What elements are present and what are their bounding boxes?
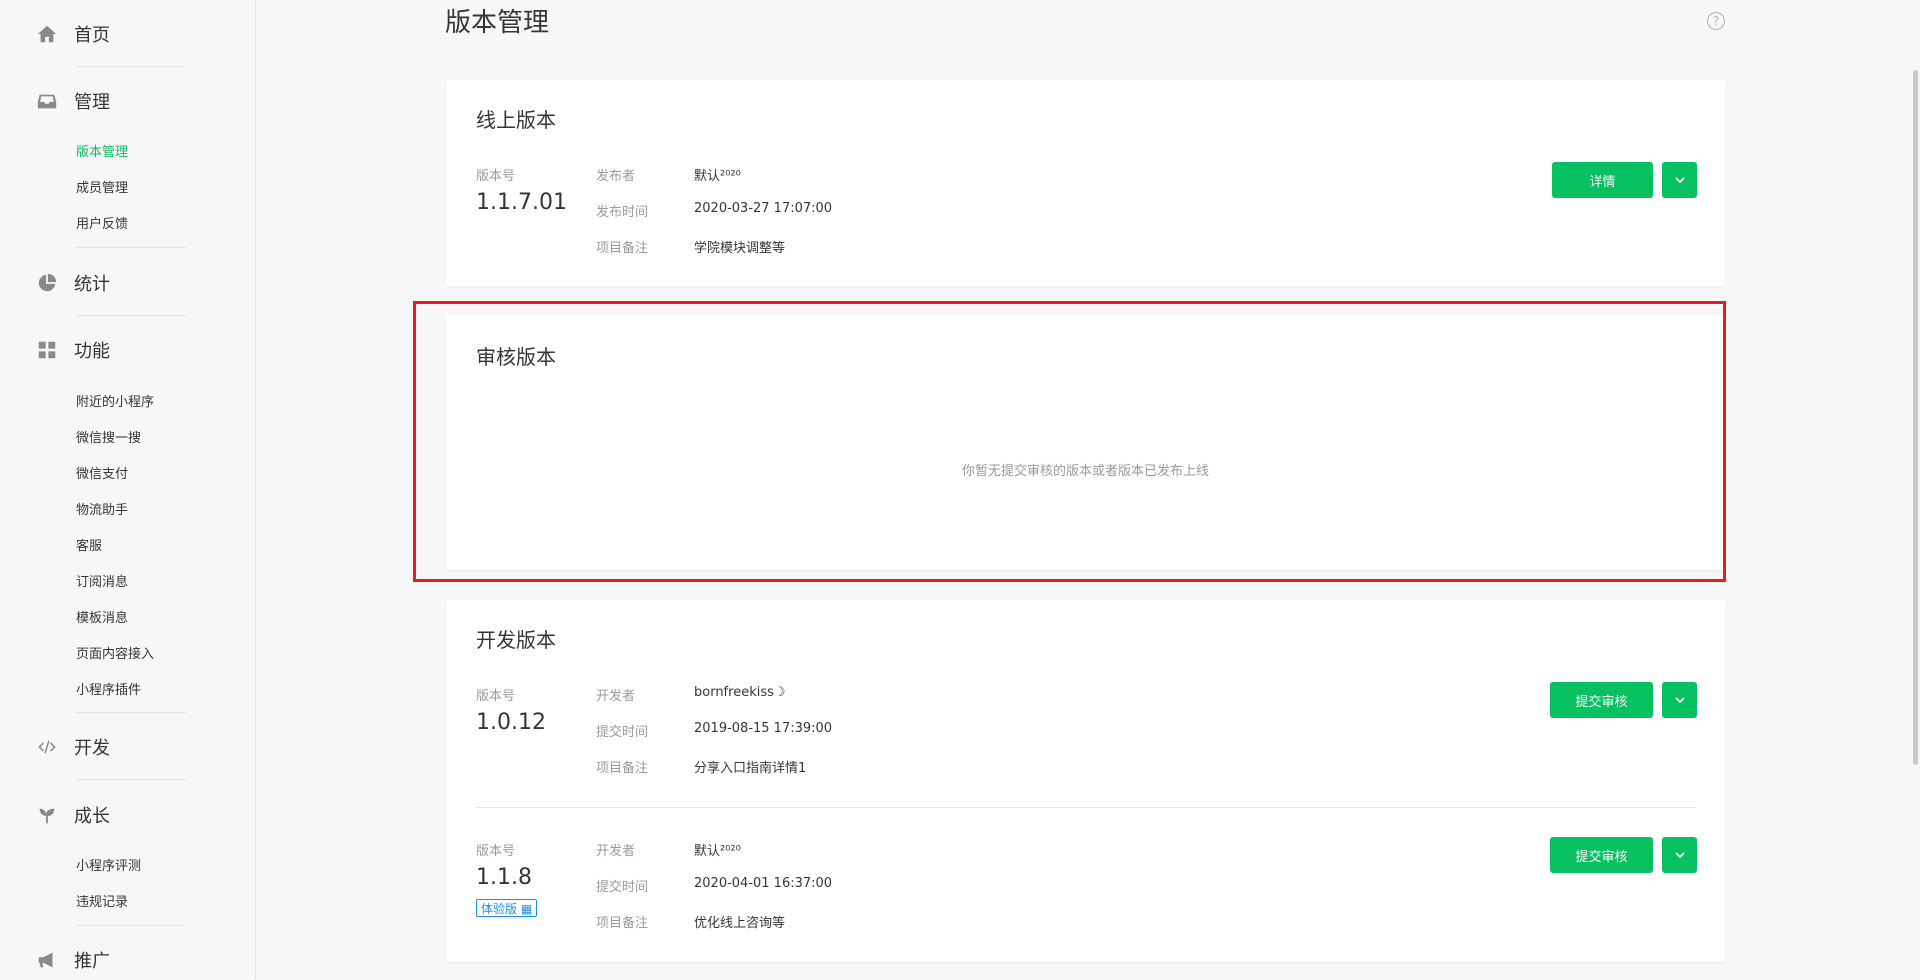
developer-label: 开发者 <box>596 689 636 704</box>
megaphone-icon <box>36 949 58 971</box>
submit-time-label: 提交时间 <box>596 880 649 895</box>
divider <box>76 315 186 316</box>
project-note-label: 项目备注 <box>596 241 649 256</box>
trial-version-badge[interactable]: 体验版 ▦ <box>476 899 538 917</box>
sidebar-item-nearby[interactable]: 附近的小程序 <box>76 391 154 410</box>
page-title: 版本管理 <box>445 8 550 38</box>
project-note-value: 分享入口指南详情1 <box>694 761 807 776</box>
online-dropdown-button[interactable] <box>1662 162 1697 198</box>
inbox-icon <box>36 90 58 112</box>
nav-stats-label: 统计 <box>74 274 110 295</box>
sidebar-item-logistics[interactable]: 物流助手 <box>76 499 128 518</box>
sidebar-item-wechat-search[interactable]: 微信搜一搜 <box>76 427 141 446</box>
sidebar-item-user-feedback[interactable]: 用户反馈 <box>76 213 128 232</box>
project-note-label: 项目备注 <box>596 916 649 931</box>
dev-version-title: 开发版本 <box>476 628 556 652</box>
publish-time-value: 2020-03-27 17:07:00 <box>694 201 833 216</box>
sidebar-item-plugins[interactable]: 小程序插件 <box>76 679 141 698</box>
code-icon <box>36 736 58 758</box>
nav-develop[interactable]: 开发 <box>36 727 110 767</box>
developer-value: 默认²⁰²⁰ <box>694 844 741 859</box>
detail-button[interactable]: 详情 <box>1552 162 1653 198</box>
sidebar-item-member-manage[interactable]: 成员管理 <box>76 177 128 196</box>
nav-develop-label: 开发 <box>74 738 110 759</box>
nav-manage[interactable]: 管理 <box>36 81 110 121</box>
divider <box>76 925 186 926</box>
nav-promote[interactable]: 推广 <box>36 940 110 980</box>
nav-promote-label: 推广 <box>74 951 110 972</box>
nav-manage-label: 管理 <box>74 92 110 113</box>
submit-review-button[interactable]: 提交审核 <box>1550 837 1653 873</box>
divider <box>76 247 186 248</box>
version-number: 1.0.12 <box>476 710 546 735</box>
highlight-box <box>413 301 1726 582</box>
help-icon[interactable]: ? <box>1707 12 1725 30</box>
scrollbar[interactable] <box>1913 70 1918 765</box>
version-number-label: 版本号 <box>476 169 516 184</box>
submit-time-value: 2019-08-15 17:39:00 <box>694 721 833 736</box>
project-note-label: 项目备注 <box>596 761 649 776</box>
sprout-icon <box>36 804 58 826</box>
sidebar-item-violations[interactable]: 违规记录 <box>76 891 128 910</box>
submit-time-label: 提交时间 <box>596 725 649 740</box>
dev-dropdown-button[interactable] <box>1662 682 1697 718</box>
chevron-down-icon <box>1674 177 1685 184</box>
chevron-down-icon <box>1674 697 1685 704</box>
nav-features[interactable]: 功能 <box>36 330 110 370</box>
submit-review-button[interactable]: 提交审核 <box>1550 682 1653 718</box>
project-note-value: 学院模块调整等 <box>694 241 786 256</box>
sidebar-item-template-msg[interactable]: 模板消息 <box>76 607 128 626</box>
nav-home[interactable]: 首页 <box>36 14 110 54</box>
submit-time-value: 2020-04-01 16:37:00 <box>694 876 833 891</box>
home-icon <box>36 23 58 45</box>
version-number-label: 版本号 <box>476 844 516 859</box>
nav-growth-label: 成长 <box>74 806 110 827</box>
project-note-value: 优化线上咨询等 <box>694 916 786 931</box>
divider <box>76 712 186 713</box>
dev-version-card: 开发版本 版本号 1.0.12 开发者 bornfreekiss☽ 提交时间 2… <box>446 600 1725 962</box>
pie-chart-icon <box>36 272 58 294</box>
sidebar-item-version-manage[interactable]: 版本管理 <box>76 141 128 160</box>
sidebar-item-customer-service[interactable]: 客服 <box>76 535 102 554</box>
chevron-down-icon <box>1674 852 1685 859</box>
sidebar-item-page-content[interactable]: 页面内容接入 <box>76 643 154 662</box>
row-divider <box>476 807 1695 808</box>
divider <box>76 66 186 67</box>
version-number-label: 版本号 <box>476 689 516 704</box>
publisher-value: 默认²⁰²⁰ <box>694 169 741 184</box>
publisher-label: 发布者 <box>596 169 636 184</box>
online-version-title: 线上版本 <box>476 108 556 132</box>
nav-stats[interactable]: 统计 <box>36 263 110 303</box>
sidebar: 首页 管理 版本管理 成员管理 用户反馈 统计 功能 附近的小程序 微信搜一搜 … <box>0 0 256 978</box>
developer-label: 开发者 <box>596 844 636 859</box>
nav-home-label: 首页 <box>74 25 110 46</box>
publish-time-label: 发布时间 <box>596 205 649 220</box>
nav-features-label: 功能 <box>74 341 110 362</box>
developer-value: bornfreekiss☽ <box>694 685 786 700</box>
online-version-card: 线上版本 版本号 1.1.7.01 发布者 默认²⁰²⁰ 发布时间 2020-0… <box>446 80 1725 286</box>
version-number: 1.1.7.01 <box>476 190 567 215</box>
divider <box>76 779 186 780</box>
sidebar-item-wechat-pay[interactable]: 微信支付 <box>76 463 128 482</box>
grid-icon <box>36 339 58 361</box>
version-number: 1.1.8 <box>476 865 532 890</box>
sidebar-item-evaluation[interactable]: 小程序评测 <box>76 855 141 874</box>
nav-growth[interactable]: 成长 <box>36 795 110 835</box>
dev-dropdown-button[interactable] <box>1662 837 1697 873</box>
sidebar-item-subscribe-msg[interactable]: 订阅消息 <box>76 571 128 590</box>
